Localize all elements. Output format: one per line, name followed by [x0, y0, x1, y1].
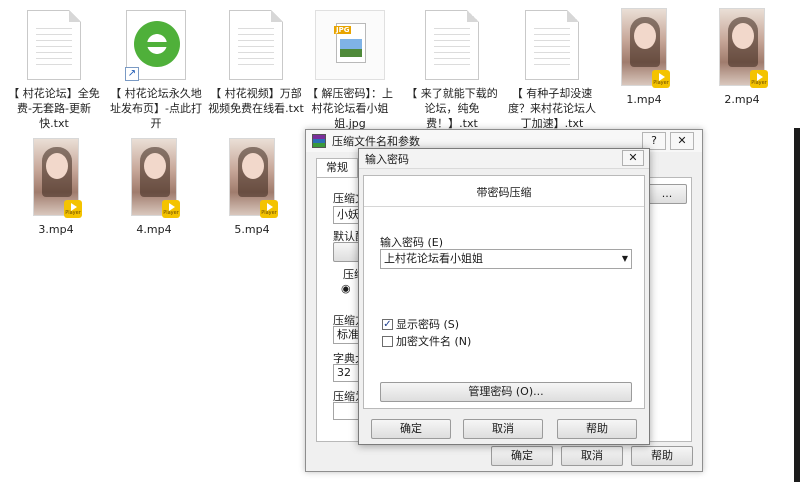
password-panel: 带密码压缩 输入密码 (E) 上村花论坛看小姐姐 ▼ ✓ 显示密码 (S) 加密…	[363, 175, 645, 409]
video-thumbnail: Player	[621, 8, 670, 88]
background-window-edge	[794, 128, 800, 482]
file-txt-cunhua-free[interactable]: 【 村花论坛】全免费-无套路-更新快.txt	[6, 10, 102, 131]
image-file-icon: JPG	[315, 10, 385, 80]
encrypt-names-label: 加密文件名 (N)	[396, 335, 472, 348]
browse-button[interactable]: ...	[647, 184, 687, 204]
archive-ok-button[interactable]: 确定	[491, 446, 553, 466]
show-password-label: 显示密码 (S)	[396, 318, 460, 331]
video-thumbnail: Player	[33, 138, 82, 218]
show-password-option[interactable]: ✓ 显示密码 (S)	[382, 316, 459, 332]
file-video-5[interactable]: Player 5.mp4	[204, 138, 300, 237]
file-video-2[interactable]: Player 2.mp4	[694, 8, 790, 107]
file-name: 【 村花论坛永久地址发布页】-点此打开	[110, 87, 202, 130]
enter-password-dialog: 输入密码 ✕ 带密码压缩 输入密码 (E) 上村花论坛看小姐姐 ▼ ✓ 显示密码…	[358, 148, 650, 445]
password-input[interactable]: 上村花论坛看小姐姐 ▼	[380, 249, 632, 269]
file-video-3[interactable]: Player 3.mp4	[8, 138, 104, 237]
video-thumbnail: Player	[131, 138, 180, 218]
text-file-icon	[229, 10, 283, 80]
file-video-4[interactable]: Player 4.mp4	[106, 138, 202, 237]
dictionary-size-select[interactable]: 32 M	[333, 364, 361, 382]
compression-method-select[interactable]: 标准	[333, 326, 361, 344]
archive-cancel-button[interactable]: 取消	[561, 446, 623, 466]
divider	[364, 206, 644, 207]
close-icon[interactable]: ✕	[622, 150, 644, 166]
file-name: 【 有种子却没速度？来村花论坛人丁加速】.txt	[508, 87, 596, 130]
file-name: 3.mp4	[38, 223, 74, 236]
file-name: 【 村花视频】万部视频免费在线看.txt	[208, 87, 304, 115]
file-jpg-unzip-password[interactable]: JPG 【 解压密码】：上村花论坛看小姐姐.jpg	[302, 10, 398, 131]
encrypt-names-checkbox[interactable]	[382, 335, 393, 347]
show-password-checkbox[interactable]: ✓	[382, 318, 393, 330]
file-txt-torrent-speed[interactable]: 【 有种子却没速度？来村花论坛人丁加速】.txt	[504, 10, 600, 131]
text-file-icon	[525, 10, 579, 80]
text-file-icon	[425, 10, 479, 80]
file-name: 【 村花论坛】全免费-无套路-更新快.txt	[8, 87, 100, 130]
player-icon: Player	[162, 200, 180, 218]
shortcut-arrow-icon: ↗	[125, 67, 139, 81]
password-help-button[interactable]: 帮助	[557, 419, 637, 439]
tab-general[interactable]: 常规	[316, 158, 358, 178]
encrypt-names-option[interactable]: 加密文件名 (N)	[382, 333, 471, 349]
player-icon: Player	[750, 70, 768, 88]
manage-passwords-button[interactable]: 管理密码 (O)...	[380, 382, 632, 402]
video-thumbnail: Player	[229, 138, 278, 218]
file-name: 2.mp4	[724, 93, 760, 106]
archive-dialog-title: 压缩文件名和参数	[332, 135, 420, 148]
video-thumbnail: Player	[719, 8, 768, 88]
file-name: 5.mp4	[234, 223, 270, 236]
close-icon[interactable]: ✕	[670, 132, 694, 150]
internet-explorer-icon: ↗	[125, 10, 186, 81]
password-ok-button[interactable]: 确定	[371, 419, 451, 439]
file-txt-cunhua-video[interactable]: 【 村花视频】万部视频免费在线看.txt	[208, 10, 304, 116]
file-txt-free-download[interactable]: 【 来了就能下载的论坛，纯免费！】.txt	[404, 10, 500, 131]
file-name: 【 解压密码】：上村花论坛看小姐姐.jpg	[307, 87, 393, 130]
player-icon: Player	[652, 70, 670, 88]
archive-help-button[interactable]: 帮助	[631, 446, 693, 466]
winrar-icon	[312, 134, 326, 148]
file-video-1[interactable]: Player 1.mp4	[596, 8, 692, 107]
password-dialog-titlebar: 输入密码	[359, 149, 649, 169]
password-cancel-button[interactable]: 取消	[463, 419, 543, 439]
password-dialog-title: 输入密码	[365, 152, 409, 166]
file-name: 4.mp4	[136, 223, 172, 236]
file-name: 1.mp4	[626, 93, 662, 106]
password-heading: 带密码压缩	[476, 186, 532, 199]
file-url-permanent-address[interactable]: ↗ 【 村花论坛永久地址发布页】-点此打开	[108, 10, 204, 131]
text-file-icon	[27, 10, 81, 80]
password-label: 输入密码 (E)	[380, 236, 444, 249]
player-icon: Player	[64, 200, 82, 218]
player-icon: Player	[260, 200, 278, 218]
password-value: 上村花论坛看小姐姐	[384, 252, 483, 265]
file-name: 【 来了就能下载的论坛，纯免费！】.txt	[406, 87, 498, 130]
format-radio[interactable]: ◉	[341, 282, 351, 295]
chevron-down-icon[interactable]: ▼	[622, 250, 628, 268]
split-volume-input[interactable]	[333, 402, 361, 420]
